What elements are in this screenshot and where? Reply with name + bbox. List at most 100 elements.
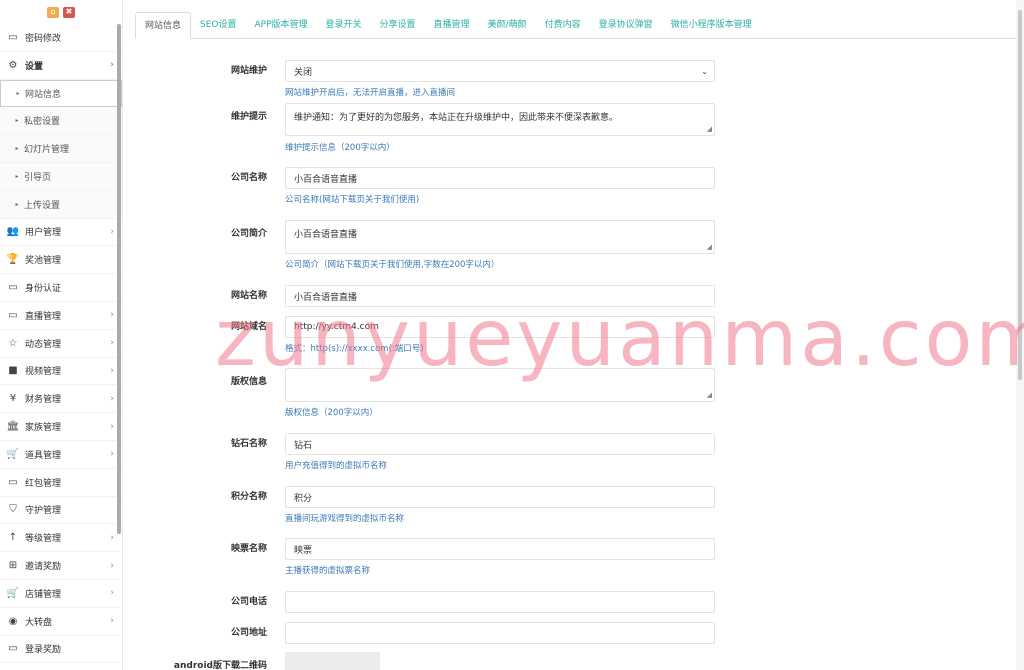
address-label: 公司地址 (230, 628, 267, 638)
company-name-input[interactable]: 小百合语音直播 (285, 167, 715, 189)
ticket-help: 主播获得的虚拟票名称 (285, 566, 371, 576)
trash-icon[interactable]: ✖ (63, 6, 75, 18)
sidebar-item[interactable]: ▸ 幻灯片管理 (0, 135, 122, 163)
sidebar-item[interactable]: ◉ 大转盘 › (0, 608, 122, 636)
sidebar-item[interactable]: 🛒 店铺管理 › (0, 580, 122, 608)
sidebar-item-label: 大转盘 (25, 617, 53, 628)
maintenance-select[interactable]: 关闭 ⌄ (285, 60, 715, 82)
trophy-icon: 🏆 (6, 254, 20, 266)
sidebar-item[interactable]: 🛒 道具管理 › (0, 441, 122, 469)
points-input[interactable]: 积分 (285, 486, 715, 508)
bullet-icon: ▸ (15, 117, 19, 125)
chevron-right-icon: › (110, 393, 114, 404)
sidebar-item[interactable]: ▭ 登录奖励 (0, 636, 122, 664)
sidebar-item-label: 身份认证 (25, 284, 62, 295)
sidebar-item[interactable]: ▭ 直播管理 › (0, 302, 122, 330)
site-domain-value: http://yy.ctm4.com (294, 322, 379, 332)
sidebar-item-label: 私密设置 (24, 117, 61, 128)
company-name-value: 小百合语音直播 (294, 174, 358, 185)
sidebar-top-buttons: ⌂ ✖ (0, 0, 122, 24)
ticket-label: 映票名称 (230, 544, 267, 554)
tab[interactable]: 美颜/萌颜 (479, 12, 536, 39)
sidebar-item[interactable]: ⚙ 设置 › (0, 52, 122, 80)
ticket-input[interactable]: 映票 (285, 538, 715, 560)
chevron-right-icon: › (110, 60, 114, 71)
site-domain-input[interactable]: http://yy.ctm4.com (285, 316, 715, 338)
points-value: 积分 (294, 493, 313, 504)
sidebar-item[interactable]: ▭ 身份认证 (0, 274, 122, 302)
sidebar-item-label: 登录奖励 (25, 645, 62, 656)
tab[interactable]: 网站信息 (135, 12, 192, 39)
home-icon[interactable]: ⌂ (47, 6, 59, 18)
site-name-input[interactable]: 小百合语音直播 (285, 285, 715, 307)
sidebar-item[interactable]: ▭ 红包管理 (0, 469, 122, 497)
tab[interactable]: APP版本管理 (246, 12, 317, 39)
chevron-right-icon: › (110, 310, 114, 321)
sidebar-item[interactable]: ▸ 引导页 (0, 162, 122, 191)
sidebar-item-label: 视频管理 (25, 367, 62, 378)
sidebar-item-label: 邀请奖励 (25, 562, 62, 573)
bullet-icon: ▸ (15, 200, 19, 208)
sidebar-item-label: 设置 (25, 61, 44, 72)
tab[interactable]: 登录开关 (317, 12, 371, 39)
copyright-textarea[interactable]: ◢ (285, 368, 715, 402)
sitemap-icon: ⊞ (8, 560, 18, 572)
sidebar-item[interactable]: ¥ 财务管理 › (0, 385, 122, 414)
sidebar-menu: ▭ 密码修改 ⚙ 设置 › ▸ 网站信息 ▸ 私密设置 ▸ 幻灯片管理 ▸ 引导页 ▸ 上传设置 👥 用户管理 ›… (0, 24, 122, 664)
maintenance-tip-textarea[interactable]: 维护通知：为了更好的为您服务，本站正在升级维护中，因此带来不便深表歉意。 ◢ (285, 103, 715, 136)
maintenance-help: 网站维护开启后，无法开启直播，进入直播间 (285, 88, 456, 98)
sidebar-item[interactable]: ■ 视频管理 › (0, 358, 122, 386)
sidebar-item[interactable]: ↑ 等级管理 › (0, 524, 122, 553)
diamond-input[interactable]: 钻石 (285, 433, 715, 455)
chevron-right-icon: › (110, 338, 114, 349)
sidebar-item[interactable]: ▭ 密码修改 (0, 24, 122, 52)
company-intro-textarea[interactable]: 小百合语音直播 ◢ (285, 220, 715, 254)
company-name-label: 公司名称 (230, 173, 267, 183)
sidebar-item[interactable]: 🏆 奖池管理 (0, 246, 122, 275)
gamepad-icon: ◉ (8, 615, 18, 627)
page-scrollbar[interactable] (1016, 0, 1024, 670)
tab[interactable]: 付费内容 (536, 12, 590, 39)
sidebar-item[interactable]: ▸ 上传设置 (0, 190, 122, 219)
sidebar-item-label: 道具管理 (25, 450, 62, 461)
diamond-help: 用户充值得到的虚拟币名称 (285, 461, 388, 471)
sidebar-item[interactable]: ⊞ 邀请奖励 › (0, 552, 122, 580)
sidebar-item-label: 幻灯片管理 (24, 145, 70, 156)
tab[interactable]: SEO设置 (191, 12, 245, 39)
sidebar-item[interactable]: ▸ 网站信息 (0, 79, 122, 108)
sidebar-item[interactable]: 👥 用户管理 › (0, 219, 122, 247)
android-qr-upload[interactable] (285, 652, 380, 670)
tab[interactable]: 登录协议弹窗 (590, 12, 662, 39)
sidebar-item-label: 网站信息 (25, 89, 62, 100)
page-scrollbar-thumb[interactable] (1018, 10, 1022, 380)
sidebar: ⌂ ✖ ▭ 密码修改 ⚙ 设置 › ▸ 网站信息 ▸ 私密设置 ▸ 幻灯片管理 ▸ 引导页 ▸ 上传设置 👥 用… (0, 0, 123, 670)
sidebar-item-label: 上传设置 (24, 200, 61, 211)
sidebar-item[interactable]: ▸ 私密设置 (0, 107, 122, 136)
resize-grip-icon[interactable]: ◢ (707, 244, 712, 251)
sidebar-item[interactable]: 🏛 家族管理 › (0, 413, 122, 441)
chevron-right-icon: › (110, 616, 114, 627)
tab[interactable]: 微信小程序版本管理 (662, 12, 761, 39)
shield-icon: ⛉ (9, 504, 17, 516)
maintenance-label: 网站维护 (230, 66, 267, 76)
address-input[interactable] (285, 622, 715, 644)
sidebar-scrollbar[interactable] (117, 24, 121, 534)
sidebar-item[interactable]: ⛉ 守护管理 (0, 497, 122, 525)
bank-icon: 🏛 (6, 421, 20, 433)
monitor-icon: ▭ (8, 643, 18, 655)
points-label: 积分名称 (230, 492, 267, 502)
chevron-right-icon: › (110, 226, 114, 237)
tab[interactable]: 直播管理 (425, 12, 479, 39)
maintenance-tip-label: 维护提示 (230, 112, 267, 122)
phone-input[interactable] (285, 591, 715, 613)
site-name-value: 小百合语音直播 (294, 292, 358, 303)
company-intro-value: 小百合语音直播 (294, 230, 358, 240)
resize-grip-icon[interactable]: ◢ (707, 126, 712, 133)
monitor-icon: ▭ (8, 476, 18, 488)
resize-grip-icon[interactable]: ◢ (707, 392, 712, 399)
tab[interactable]: 分享设置 (371, 12, 425, 39)
chevron-right-icon: › (110, 560, 114, 571)
maintenance-tip-help: 维护提示信息（200字以内） (285, 143, 395, 153)
chevron-right-icon: › (110, 365, 114, 376)
sidebar-item[interactable]: ☆ 动态管理 › (0, 330, 122, 358)
